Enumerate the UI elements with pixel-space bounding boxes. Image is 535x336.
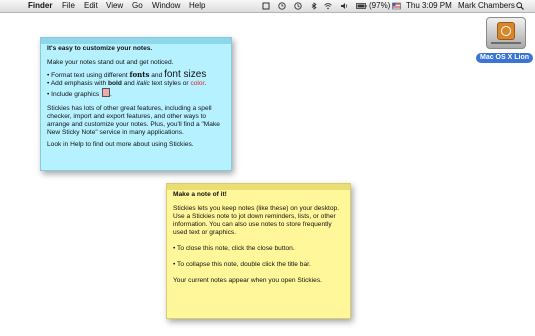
wifi-icon[interactable] [324,2,332,10]
italic-sample: italic [136,80,150,87]
menu-finder[interactable]: Finder [28,0,52,12]
list-item: • Include graphics . [47,88,226,99]
drive-slot [491,42,521,44]
battery-icon[interactable] [356,2,367,10]
note-content[interactable]: Make a note of it! Stickies lets you kee… [167,190,350,285]
text: • Include graphics [47,91,101,98]
note-help: Look in Help to find out more about usin… [47,141,194,148]
menubar-clock[interactable]: Thu 3:09 PM [406,0,452,12]
text: • Add emphasis with [47,80,108,87]
flag-icon[interactable] [392,2,402,10]
bold-sample: bold [107,80,122,87]
text: . [204,80,207,87]
menu-view[interactable]: View [106,0,123,12]
note-intro: Make your notes stand out and get notice… [47,59,174,66]
text: and [149,72,165,79]
note-heading: Make a note of it! [173,191,227,198]
time-machine-icon[interactable] [278,2,286,10]
note-heading: It's easy to customize your notes. [47,45,153,52]
text: and [121,80,137,87]
menu-bar: Finder File Edit View Go Window Help (97… [0,0,535,13]
bluetooth-icon[interactable] [310,2,318,10]
note-footer: Your current notes appear when you open … [173,277,322,284]
feature-list: • Format text using different fonts and … [47,69,226,99]
user-name[interactable]: Mark Chambers [458,0,515,12]
fonts-sample: fonts [129,70,150,79]
text: text styles or [149,80,191,87]
drive-logo-icon [497,22,515,40]
note-collapse-tip: • To collapse this note, double click th… [173,261,311,268]
text: . [110,91,112,98]
sticky-note-blue[interactable]: It's easy to customize your notes. Make … [40,37,232,171]
menu-edit[interactable]: Edit [84,0,98,12]
spaces-icon[interactable] [262,2,270,10]
sticky-note-yellow[interactable]: Make a note of it! Stickies lets you kee… [166,183,351,319]
list-item: • Add emphasis with bold and italic text… [47,80,226,88]
hard-drive-icon[interactable] [486,17,526,49]
note-paragraph: Stickies has lots of other great feature… [47,105,220,136]
note-paragraph: Stickies lets you keep notes (like these… [173,205,340,236]
menu-file[interactable]: File [62,0,75,12]
clock-status-icon[interactable] [294,2,302,10]
volume-icon[interactable] [340,2,348,10]
drive-label[interactable]: Mac OS X Lion [476,53,533,63]
note-close-tip: • To close this note, click the close bu… [173,245,295,252]
note-content[interactable]: It's easy to customize your notes. Make … [41,44,231,149]
color-sample: color [190,80,205,87]
text: • Format text using different [47,72,130,79]
graphic-sample-icon [102,88,110,97]
menu-window[interactable]: Window [152,0,180,12]
battery-percentage: (97%) [369,1,391,10]
font-size-sample: font sizes [164,69,207,80]
spotlight-search-icon[interactable] [516,2,524,10]
menu-go[interactable]: Go [132,0,143,12]
menu-help[interactable]: Help [189,0,205,12]
list-item: • Format text using different fonts and … [47,69,226,80]
